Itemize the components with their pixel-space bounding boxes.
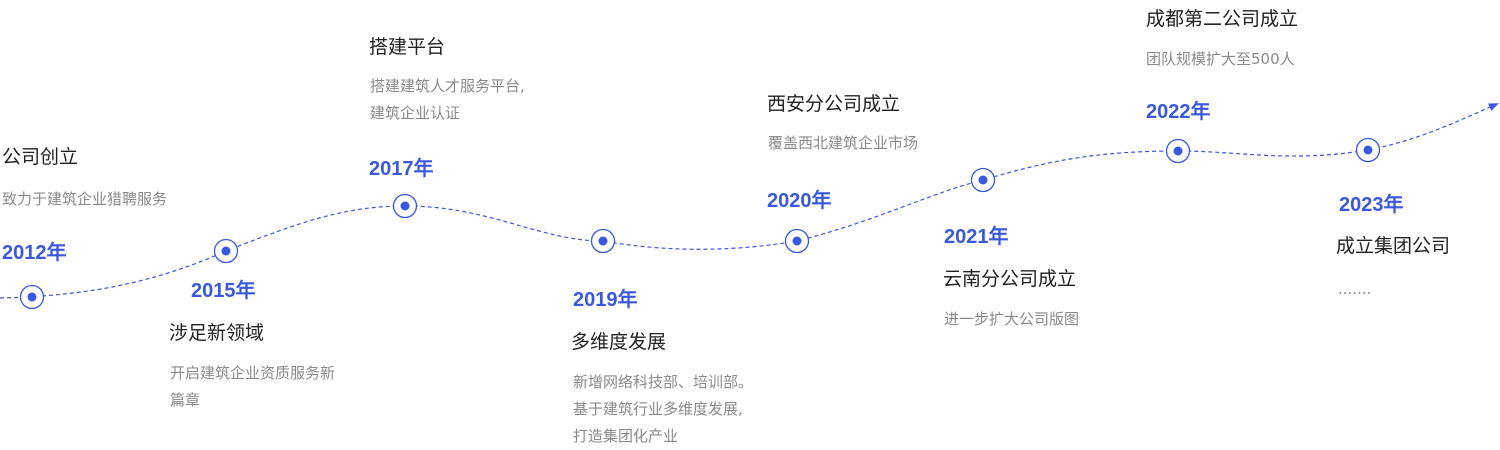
milestone-title: 西安分公司成立 [767, 93, 901, 115]
timeline-node-2021 [970, 167, 996, 193]
milestone-title: 云南分公司成立 [943, 268, 1077, 290]
desc-line: 进一步扩大公司版图 [944, 310, 1080, 328]
desc-line: 打造集团化产业 [573, 427, 679, 445]
timeline-node-2023 [1355, 137, 1381, 163]
milestone-year: 2023年 [1339, 194, 1404, 216]
timeline-node-2020 [784, 228, 810, 254]
milestone-title: 多维度发展 [571, 331, 667, 353]
milestone-year: 2019年 [573, 289, 638, 311]
milestone-title: 搭建平台 [369, 36, 446, 58]
timeline-node-2012 [19, 284, 45, 310]
desc-line: 基于建筑行业多维度发展, [573, 400, 743, 418]
milestone-desc: 团队规模扩大至500人 [1146, 46, 1295, 73]
timeline-node-2017 [392, 193, 418, 219]
milestone-year: 2015年 [191, 280, 256, 302]
milestone-year: 2012年 [2, 242, 67, 264]
milestone-year: 2017年 [369, 158, 434, 180]
milestone-desc: 进一步扩大公司版图 [944, 306, 1079, 333]
desc-line: 篇章 [170, 391, 201, 409]
milestone-desc: 覆盖西北建筑企业市场 [768, 130, 918, 157]
desc-line: 建筑企业认证 [370, 104, 461, 122]
desc-line: 致力于建筑企业猎聘服务 [2, 190, 168, 208]
milestone-title: 涉足新领域 [169, 322, 265, 344]
milestone-desc: ....... [1338, 276, 1371, 303]
milestone-desc: 新增网络科技部、培训部。 基于建筑行业多维度发展, 打造集团化产业 [573, 369, 753, 450]
timeline-path [0, 103, 1499, 299]
timeline-node-2019 [590, 228, 616, 254]
milestone-desc: 致力于建筑企业猎聘服务 [2, 186, 167, 213]
milestone-title: 公司创立 [2, 146, 79, 168]
desc-line: 新增网络科技部、培训部。 [573, 373, 754, 391]
desc-line: 开启建筑企业资质服务新 [170, 364, 336, 382]
timeline-node-2015 [213, 238, 239, 264]
milestone-title: 成都第二公司成立 [1146, 8, 1299, 30]
milestone-year: 2021年 [944, 226, 1009, 248]
milestone-title: 成立集团公司 [1336, 235, 1451, 257]
desc-line: 覆盖西北建筑企业市场 [768, 134, 919, 152]
timeline-node-2022 [1165, 138, 1191, 164]
milestone-desc: 搭建建筑人才服务平台, 建筑企业认证 [370, 73, 525, 127]
milestone-desc: 开启建筑企业资质服务新 篇章 [170, 360, 335, 414]
milestone-year: 2022年 [1146, 101, 1211, 123]
desc-line: ....... [1338, 280, 1372, 298]
desc-line: 搭建建筑人才服务平台, [370, 77, 525, 95]
desc-line: 团队规模扩大至500人 [1146, 50, 1295, 68]
milestone-year: 2020年 [767, 190, 832, 212]
